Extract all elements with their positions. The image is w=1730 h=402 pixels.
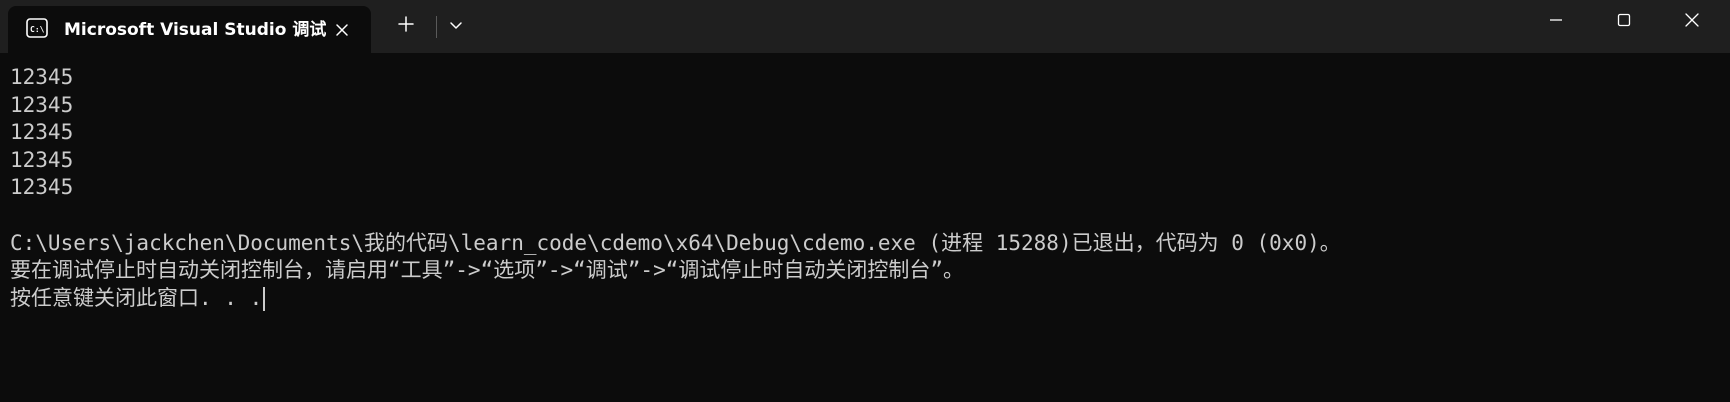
title-bar: C:\ Microsoft Visual Studio 调试控制台 (0, 0, 1730, 53)
terminal-icon: C:\ (26, 18, 48, 38)
tab-title: Microsoft Visual Studio 调试控制台 (64, 20, 326, 40)
tab-divider (436, 16, 437, 38)
new-tab-button[interactable] (390, 10, 422, 42)
close-window-button[interactable] (1658, 0, 1726, 45)
tab-dropdown-button[interactable] (442, 12, 470, 40)
output-line: 12345 (10, 92, 74, 117)
minimize-icon (1549, 13, 1563, 32)
maximize-button[interactable] (1590, 0, 1658, 45)
output-line: 12345 (10, 147, 74, 172)
close-icon (1685, 13, 1699, 32)
console-window: C:\ Microsoft Visual Studio 调试控制台 (0, 0, 1730, 402)
console-output[interactable]: 12345 12345 12345 12345 12345 C:\Users\j… (10, 64, 1700, 394)
tab-debug-console[interactable]: C:\ Microsoft Visual Studio 调试控制台 (8, 6, 371, 53)
hint-message: 要在调试停止时自动关闭控制台，请启用“工具”->“选项”->“调试”->“调试停… (10, 258, 964, 283)
chevron-down-icon (449, 17, 463, 35)
prompt-message: 按任意键关闭此窗口. . . (10, 285, 263, 310)
maximize-icon (1617, 13, 1631, 32)
output-line: 12345 (10, 120, 74, 145)
text-cursor (263, 286, 266, 311)
output-line: 12345 (10, 175, 74, 200)
plus-icon (398, 15, 414, 37)
close-tab-icon[interactable] (328, 16, 356, 44)
minimize-button[interactable] (1522, 0, 1590, 45)
exit-message: C:\Users\jackchen\Documents\我的代码\learn_c… (10, 230, 1341, 255)
scrollbar[interactable] (1716, 56, 1726, 396)
svg-text:C:\: C:\ (30, 25, 45, 34)
prompt-line: 按任意键关闭此窗口. . . (10, 285, 1700, 313)
output-line: 12345 (10, 65, 74, 89)
